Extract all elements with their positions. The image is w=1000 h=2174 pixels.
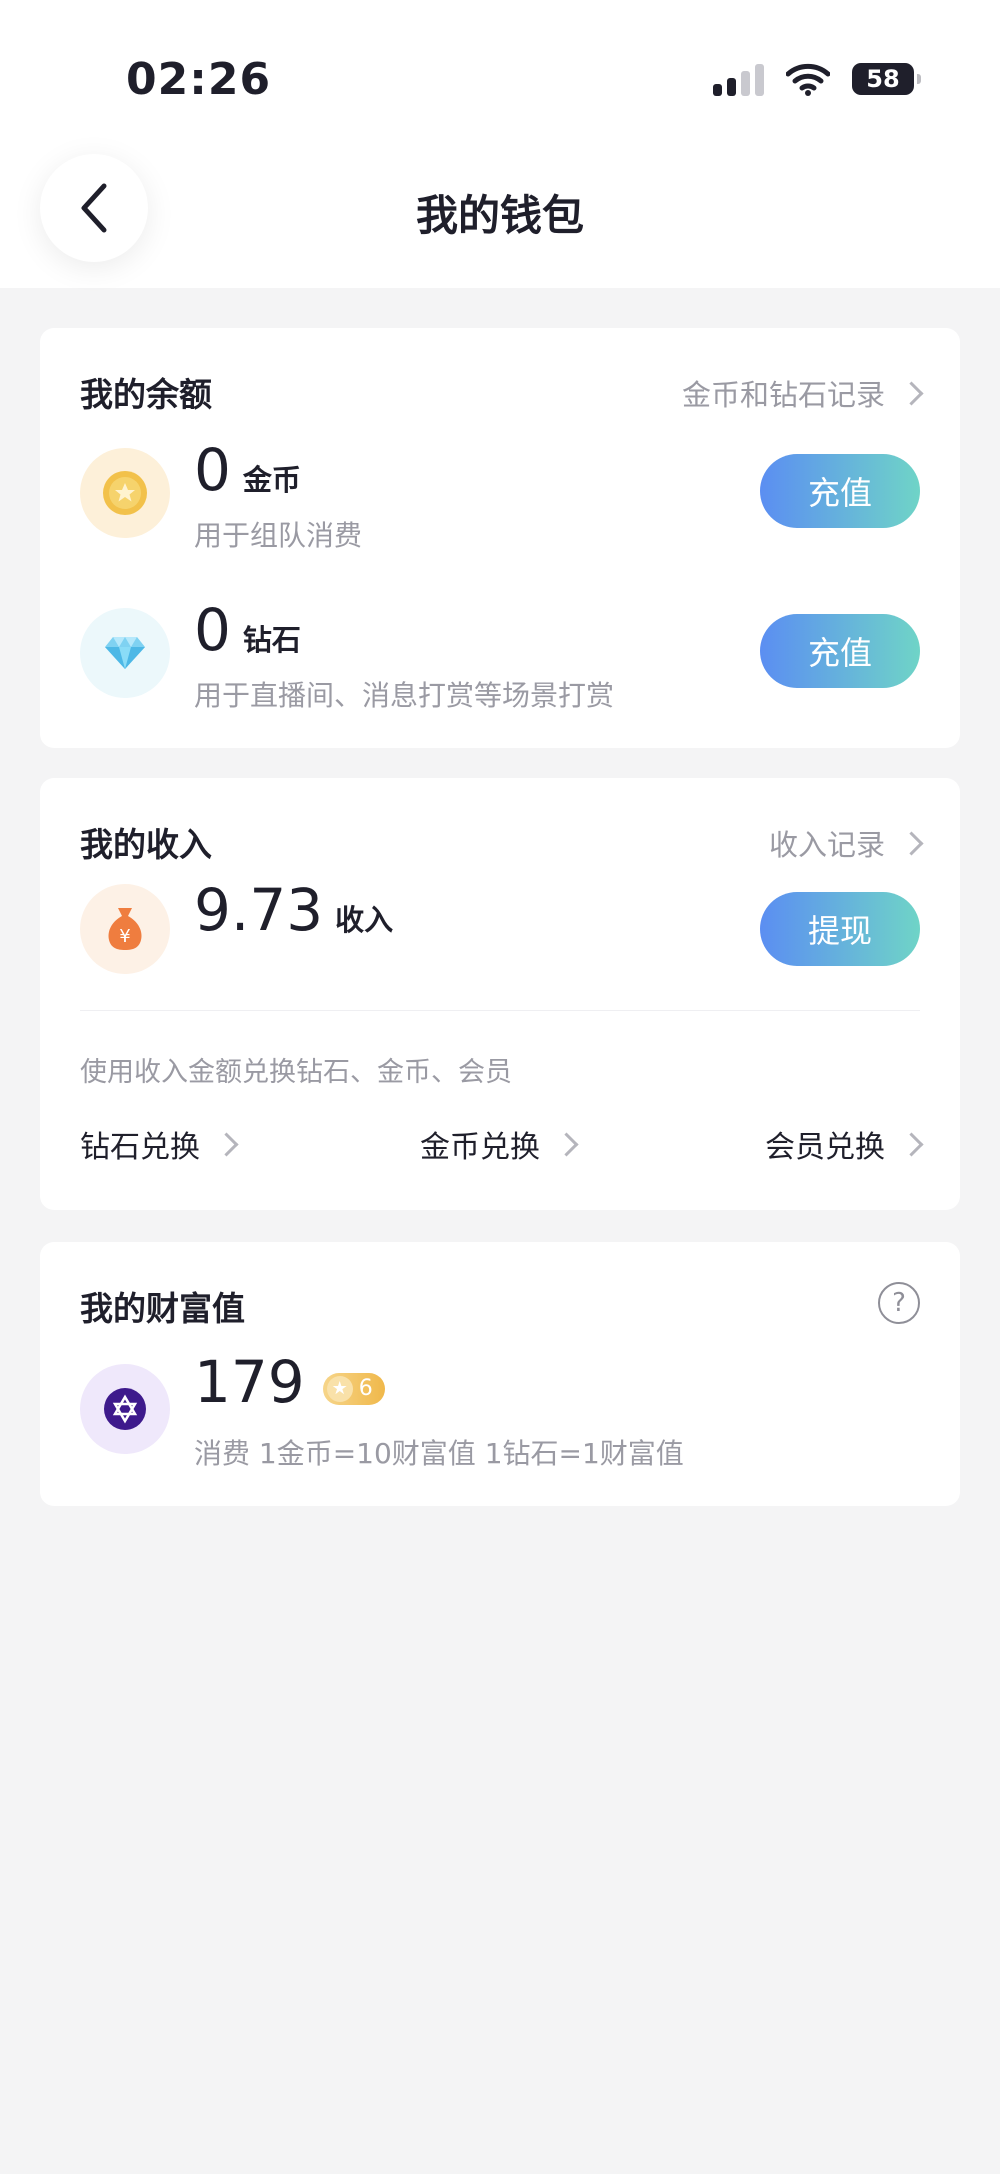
- coin-exchange-label: 金币兑换: [420, 1130, 540, 1165]
- vip-exchange-link[interactable]: 会员兑换: [765, 1122, 924, 1166]
- coin-amount: 0: [194, 436, 231, 504]
- coin-desc: 用于组队消费: [194, 519, 363, 552]
- star-icon: ★: [326, 1375, 353, 1402]
- wealth-card: 我的财富值 ? 179 ★ 6 消费 1金币=10财富值 1钻石=1财富值: [40, 1242, 960, 1506]
- battery-indicator: 58: [852, 63, 921, 95]
- records-link-label: 金币和钻石记录: [681, 378, 885, 412]
- vip-exchange-label: 会员兑换: [765, 1130, 885, 1165]
- income-hint: 使用收入金额兑换钻石、金币、会员: [80, 1057, 512, 1088]
- diamond-amount-row: 0 钻石: [194, 596, 301, 664]
- help-icon[interactable]: ?: [878, 1282, 920, 1324]
- income-amount-row: 9.73 收入: [194, 876, 393, 944]
- balance-card: 我的余额 金币和钻石记录 0 金币 用于组队消费 充值 0 钻石 用于直播间、消…: [40, 328, 960, 748]
- diamond-icon: [80, 608, 170, 698]
- chevron-right-icon: [554, 1131, 579, 1157]
- wealth-title: 我的财富值: [80, 1289, 245, 1328]
- divider: [80, 1010, 920, 1011]
- wealth-level: 6: [358, 1376, 373, 1401]
- coin-recharge-button[interactable]: 充值: [760, 454, 920, 528]
- diamond-desc: 用于直播间、消息打赏等场景打赏: [194, 679, 615, 712]
- chevron-right-icon: [899, 830, 924, 856]
- income-amount: 9.73: [194, 876, 324, 944]
- page-title: 我的钱包: [415, 191, 584, 240]
- money-bag-icon: ¥: [80, 884, 170, 974]
- income-records-label: 收入记录: [768, 828, 885, 862]
- wealth-level-badge: ★ 6: [322, 1372, 385, 1405]
- diamond-amount: 0: [194, 596, 231, 664]
- top-bar: 02:26 58 我的钱包: [0, 0, 1000, 288]
- diamond-recharge-button[interactable]: 充值: [760, 614, 920, 688]
- income-unit: 收入: [335, 903, 394, 937]
- signal-icon: [713, 62, 764, 96]
- wealth-desc: 消费 1金币=10财富值 1钻石=1财富值: [194, 1437, 684, 1470]
- diamond-exchange-link[interactable]: 钻石兑换: [80, 1122, 239, 1166]
- coin-exchange-link[interactable]: 金币兑换: [420, 1122, 579, 1166]
- income-records-link[interactable]: 收入记录: [768, 822, 924, 864]
- chevron-right-icon: [899, 380, 924, 406]
- status-icons: 58: [713, 62, 921, 96]
- income-title: 我的收入: [80, 825, 212, 864]
- svg-text:¥: ¥: [119, 926, 130, 947]
- wealth-value: 179: [194, 1348, 305, 1416]
- wealth-icon: [80, 1364, 170, 1454]
- coin-amount-row: 0 金币: [194, 436, 301, 504]
- diamond-unit: 钻石: [242, 623, 301, 657]
- coin-icon: [80, 448, 170, 538]
- wealth-amount-row: 179 ★ 6: [194, 1348, 385, 1416]
- income-card: 我的收入 收入记录 ¥ 9.73 收入 提现 使用收入金额兑换钻石、金币、会员 …: [40, 778, 960, 1210]
- withdraw-button[interactable]: 提现: [760, 892, 920, 966]
- coin-unit: 金币: [242, 463, 301, 497]
- chevron-right-icon: [214, 1131, 239, 1157]
- chevron-right-icon: [899, 1131, 924, 1157]
- wifi-icon: [786, 63, 830, 96]
- diamond-exchange-label: 钻石兑换: [80, 1130, 200, 1165]
- balance-title: 我的余额: [80, 375, 212, 414]
- status-time: 02:26: [126, 54, 272, 105]
- coin-diamond-records-link[interactable]: 金币和钻石记录: [681, 372, 924, 414]
